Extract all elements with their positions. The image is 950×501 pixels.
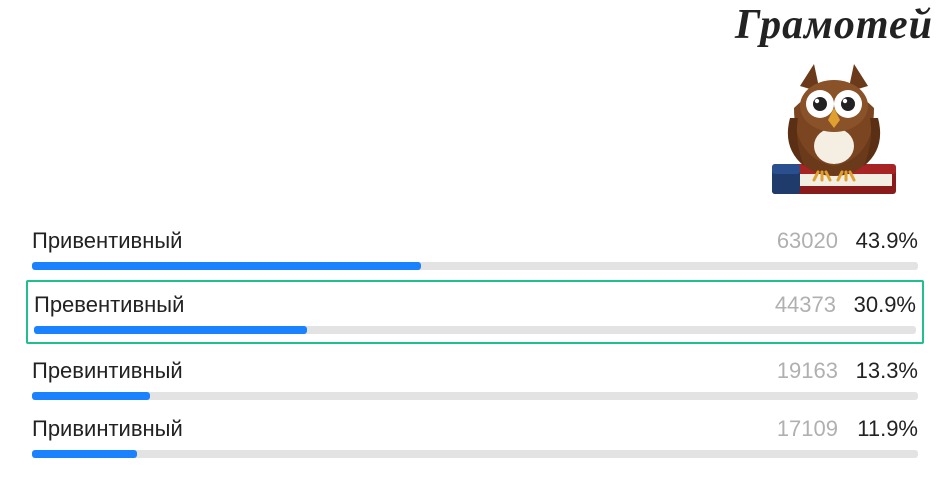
- option-label: Привинтивный: [32, 416, 748, 442]
- poll-option[interactable]: Превинтивный 19163 13.3%: [32, 348, 918, 406]
- option-count: 17109: [748, 416, 838, 442]
- option-percent: 30.9%: [836, 292, 916, 318]
- poll-results: Привентивный 63020 43.9% Превентивный 44…: [32, 218, 918, 464]
- progress-track: [32, 262, 918, 270]
- option-percent: 11.9%: [838, 416, 918, 442]
- progress-fill: [32, 262, 421, 270]
- option-percent: 13.3%: [838, 358, 918, 384]
- brand-block: Грамотей: [724, 4, 944, 203]
- option-label: Превинтивный: [32, 358, 748, 384]
- poll-option[interactable]: Привинтивный 17109 11.9%: [32, 406, 918, 464]
- option-label: Привентивный: [32, 228, 748, 254]
- owl-on-book-icon: [754, 48, 914, 203]
- progress-fill: [34, 326, 307, 334]
- option-label: Превентивный: [34, 292, 746, 318]
- brand-title: Грамотей: [724, 4, 944, 46]
- progress-track: [32, 392, 918, 400]
- option-count: 19163: [748, 358, 838, 384]
- progress-fill: [32, 392, 150, 400]
- progress-fill: [32, 450, 137, 458]
- poll-option-correct[interactable]: Превентивный 44373 30.9%: [26, 280, 924, 344]
- poll-option[interactable]: Привентивный 63020 43.9%: [32, 218, 918, 276]
- option-count: 63020: [748, 228, 838, 254]
- progress-track: [34, 326, 916, 334]
- option-percent: 43.9%: [838, 228, 918, 254]
- option-count: 44373: [746, 292, 836, 318]
- progress-track: [32, 450, 918, 458]
